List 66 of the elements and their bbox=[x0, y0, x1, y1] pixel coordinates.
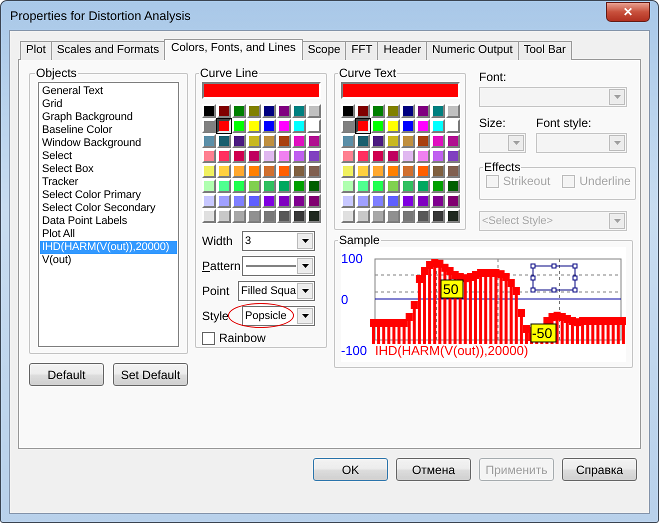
checkbox-label: Strikeout bbox=[503, 174, 550, 188]
dropdown-arrow-icon bbox=[302, 314, 308, 318]
style-dropdown[interactable]: Popsicle bbox=[242, 306, 315, 326]
tab[interactable]: Numeric Output bbox=[426, 41, 519, 60]
tab[interactable]: FFT bbox=[345, 41, 378, 60]
tab[interactable]: Tool Bar bbox=[518, 41, 572, 60]
tab[interactable]: Colors, Fonts, and Lines bbox=[164, 39, 303, 60]
dropdown-arrow-icon bbox=[302, 239, 308, 243]
axis-label: 0 bbox=[341, 292, 348, 307]
group-title: Effects bbox=[483, 160, 522, 174]
list-item[interactable]: Graph Background bbox=[40, 111, 177, 124]
dialog-button[interactable]: OK bbox=[313, 458, 388, 481]
list-item[interactable]: Tracker bbox=[40, 176, 177, 189]
tab[interactable]: Plot bbox=[20, 41, 52, 60]
window-title: Properties for Distortion Analysis bbox=[10, 8, 191, 22]
width-dropdown[interactable]: 3 bbox=[242, 231, 315, 251]
curve-label: IHD(HARM(V(out)),20000) bbox=[375, 343, 528, 358]
color-swatch[interactable] bbox=[356, 119, 370, 133]
axis-label: 100 bbox=[341, 251, 363, 266]
list-item[interactable]: Plot All bbox=[40, 228, 177, 241]
point-dropdown[interactable]: Filled Squa bbox=[238, 281, 315, 301]
dropdown-arrow-icon bbox=[302, 264, 308, 268]
dropdown-arrow-icon bbox=[614, 219, 620, 223]
checkbox[interactable] bbox=[202, 332, 215, 344]
dropdown-arrow-icon bbox=[302, 289, 308, 293]
field-label: Point bbox=[202, 284, 230, 298]
field-label: Font: bbox=[479, 70, 508, 84]
close-button[interactable]: ✕ bbox=[606, 2, 650, 22]
dropdown-arrow-icon bbox=[614, 141, 620, 145]
field-label: Width bbox=[202, 234, 234, 248]
checkbox-label: Rainbow bbox=[219, 331, 266, 345]
field-label: Pattern bbox=[202, 259, 242, 273]
field-label: Style bbox=[202, 309, 230, 323]
pattern-dropdown[interactable] bbox=[242, 256, 315, 276]
list-item[interactable]: Select Color Secondary bbox=[40, 202, 177, 215]
dropdown-arrow-icon bbox=[512, 141, 520, 145]
list-item[interactable]: Select bbox=[40, 150, 177, 163]
group-title: Sample bbox=[338, 233, 381, 247]
default-button[interactable]: Default bbox=[29, 363, 104, 386]
objects-list[interactable]: General Text Grid Graph Background Baseline Color Window Background Select Select Box Tracker Select Color Primary Select Color Secondary Data Point Labels Plot All IHD(HARM(V(out)),20000) V(out) bbox=[38, 82, 179, 347]
axis-label: -100 bbox=[341, 343, 368, 358]
tab[interactable]: Scope bbox=[302, 41, 346, 60]
data-point-label: -50 bbox=[532, 325, 552, 341]
line-pattern-icon bbox=[246, 264, 296, 268]
dialog-button[interactable]: Отмена bbox=[396, 458, 471, 481]
checkbox-label: Underline bbox=[579, 174, 631, 188]
group-title: Curve Text bbox=[338, 66, 398, 80]
group-title: Objects bbox=[35, 66, 78, 80]
color-swatch[interactable] bbox=[217, 119, 231, 133]
list-item[interactable]: Data Point Labels bbox=[40, 215, 177, 228]
tab[interactable]: Scales and Formats bbox=[50, 41, 166, 60]
field-label: Font style: bbox=[536, 116, 592, 130]
list-item[interactable]: Select Color Primary bbox=[40, 189, 177, 202]
default-button[interactable]: Set Default bbox=[113, 363, 188, 386]
list-item[interactable]: Grid bbox=[40, 98, 177, 111]
dropdown-arrow-icon bbox=[614, 95, 620, 99]
data-point-label: 50 bbox=[443, 281, 459, 297]
list-item[interactable]: Baseline Color bbox=[40, 124, 177, 137]
group-title: Curve Line bbox=[199, 66, 260, 80]
list-item[interactable]: Window Background bbox=[40, 137, 177, 150]
list-item[interactable]: General Text bbox=[40, 85, 177, 98]
list-item[interactable]: Select Box bbox=[40, 163, 177, 176]
field-label: Size: bbox=[479, 116, 507, 130]
list-item[interactable]: V(out) bbox=[40, 254, 177, 267]
dialog-button[interactable]: Справка bbox=[562, 458, 637, 481]
tab[interactable]: Header bbox=[377, 41, 428, 60]
